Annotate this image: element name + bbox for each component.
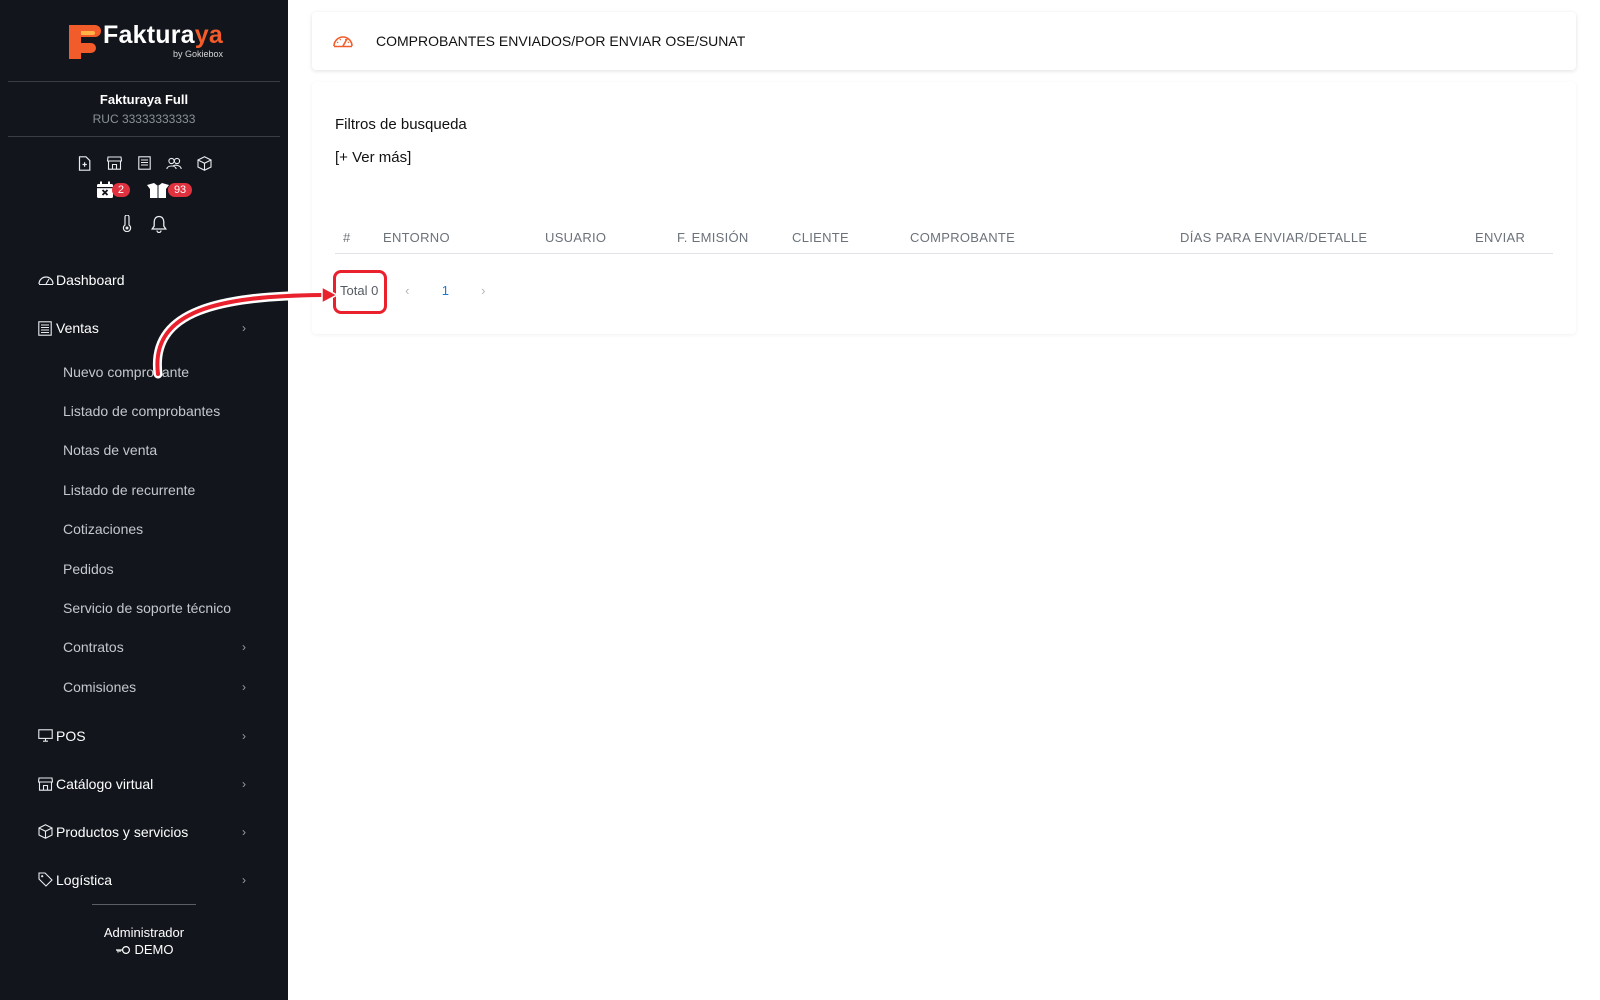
box-icon bbox=[38, 823, 56, 841]
key-icon bbox=[115, 945, 130, 954]
page-header: COMPROBANTES ENVIADOS/POR ENVIAR OSE/SUN… bbox=[312, 12, 1576, 70]
user-role-label: DEMO bbox=[134, 942, 174, 957]
calendar-count-badge: 2 bbox=[111, 183, 130, 197]
column-header-usuario: USUARIO bbox=[545, 230, 607, 245]
monitor-icon bbox=[38, 727, 56, 745]
receipt-list-icon[interactable] bbox=[136, 155, 152, 171]
sidebar-subitem-label: Comisiones bbox=[63, 678, 137, 695]
sidebar-item-dashboard[interactable]: Dashboard bbox=[0, 256, 288, 304]
logo-area: Fakturaya by Gokiebox bbox=[8, 0, 280, 82]
column-header-index: # bbox=[343, 230, 351, 245]
sidebar-item-label: Ventas bbox=[56, 320, 99, 336]
sidebar-subitem-contratos[interactable]: Contratos › bbox=[0, 628, 288, 667]
user-role[interactable]: DEMO bbox=[0, 942, 288, 957]
total-count: Total 0 bbox=[340, 282, 379, 298]
thermometer-icon[interactable] bbox=[121, 214, 133, 238]
sidebar-item-label: Logística bbox=[56, 871, 113, 888]
sidebar-item-label: Productos y servicios bbox=[56, 823, 189, 840]
chevron-right-icon: › bbox=[242, 728, 246, 743]
column-header-comprobante: COMPROBANTE bbox=[910, 230, 1016, 245]
users-icon[interactable] bbox=[166, 155, 182, 171]
logo-name-main: Faktura bbox=[103, 20, 195, 49]
sidebar-subitem-listado-recurrente[interactable]: Listado de recurrente bbox=[0, 470, 288, 509]
main-content: COMPROBANTES ENVIADOS/POR ENVIAR OSE/SUN… bbox=[288, 0, 1600, 1000]
sidebar-item-logistica[interactable]: Logística › bbox=[0, 856, 288, 904]
boxes-open-icon bbox=[146, 182, 169, 198]
column-header-entorno: ENTORNO bbox=[383, 230, 450, 245]
sidebar-item-catalogo-virtual[interactable]: Catálogo virtual › bbox=[0, 760, 288, 808]
box-icon[interactable] bbox=[196, 155, 212, 171]
quick-access-icons bbox=[0, 155, 288, 171]
sidebar-subitem-label: Pedidos bbox=[63, 560, 114, 577]
utility-icons bbox=[0, 214, 288, 238]
company-info: Fakturaya Full RUC 33333333333 bbox=[8, 82, 280, 137]
new-document-icon[interactable] bbox=[76, 155, 92, 171]
sidebar-subitem-label: Nuevo comprobante bbox=[63, 363, 190, 380]
chevron-right-icon: › bbox=[242, 824, 246, 839]
store-icon[interactable] bbox=[106, 155, 122, 171]
chevron-right-icon: › bbox=[242, 872, 246, 887]
show-more-filters-link[interactable]: [+ Ver más] bbox=[335, 149, 411, 166]
page-number-button[interactable]: 1 bbox=[433, 283, 457, 298]
sidebar-subitem-cotizaciones[interactable]: Cotizaciones bbox=[0, 510, 288, 549]
sidebar-item-pos[interactable]: POS › bbox=[0, 712, 288, 760]
sidebar-item-label: Dashboard bbox=[56, 272, 125, 288]
sidebar-subitem-label: Servicio de soporte técnico bbox=[63, 600, 232, 617]
logo-mark-icon bbox=[69, 24, 102, 59]
table-header: # ENTORNO USUARIO F. EMISIÓN CLIENTE COM… bbox=[335, 222, 1553, 254]
chevron-right-icon: › bbox=[242, 679, 246, 694]
sidebar-subitem-nuevo-comprobante[interactable]: Nuevo comprobante bbox=[0, 352, 288, 391]
column-header-dias-enviar: DÍAS PARA ENVIAR/DETALLE bbox=[1180, 230, 1368, 245]
sidebar-subitem-notas-venta[interactable]: Notas de venta bbox=[0, 431, 288, 470]
sidebar-item-label: POS bbox=[56, 727, 86, 744]
sidebar-subitem-label: Listado de comprobantes bbox=[63, 403, 221, 420]
sidebar-item-productos-servicios[interactable]: Productos y servicios › bbox=[0, 808, 288, 856]
user-footer: Administrador DEMO bbox=[0, 904, 288, 957]
sidebar-subitem-pedidos[interactable]: Pedidos bbox=[0, 549, 288, 588]
chevron-right-icon: › bbox=[242, 321, 246, 335]
fakturaya-logo[interactable]: Fakturaya by Gokiebox bbox=[65, 21, 223, 61]
speedometer-icon bbox=[38, 271, 56, 289]
chevron-right-icon: › bbox=[242, 776, 246, 791]
sidebar-menu: Dashboard Ventas › Nuevo comprobante Lis… bbox=[0, 256, 288, 904]
sidebar-subitem-label: Listado de recurrente bbox=[63, 481, 196, 498]
sidebar-subitem-comisiones[interactable]: Comisiones › bbox=[0, 667, 288, 706]
boxes-alert[interactable]: 93 bbox=[146, 181, 193, 199]
user-name: Administrador bbox=[103, 925, 185, 940]
speedometer-icon bbox=[333, 36, 353, 48]
column-header-enviar: ENVIAR bbox=[1475, 230, 1526, 245]
company-name: Fakturaya Full bbox=[99, 92, 189, 107]
logo-name-accent: ya bbox=[194, 20, 223, 49]
chevron-right-icon: › bbox=[242, 640, 246, 655]
pagination-total: Total 0 bbox=[333, 269, 387, 314]
logo-byline: by Gokiebox bbox=[172, 48, 223, 59]
notification-badges: 2 93 bbox=[0, 181, 288, 199]
filters-title: Filtros de busqueda bbox=[335, 116, 467, 133]
sidebar-subitem-label: Cotizaciones bbox=[63, 521, 144, 538]
store-icon bbox=[38, 775, 56, 793]
footer-divider bbox=[92, 904, 196, 905]
sidebar-subitem-soporte-tecnico[interactable]: Servicio de soporte técnico bbox=[0, 588, 288, 627]
sidebar-subitem-label: Notas de venta bbox=[63, 442, 158, 459]
company-ruc: RUC 33333333333 bbox=[92, 112, 196, 126]
sidebar-item-label: Catálogo virtual bbox=[56, 775, 154, 792]
sidebar-subitem-label: Contratos bbox=[63, 639, 124, 656]
results-card: Filtros de busqueda [+ Ver más] # ENTORN… bbox=[312, 82, 1576, 334]
sidebar-subitem-listado-comprobantes[interactable]: Listado de comprobantes bbox=[0, 391, 288, 430]
pagination: Total 0 ‹ 1 › bbox=[333, 269, 495, 314]
sidebar-item-ventas[interactable]: Ventas › bbox=[0, 304, 288, 352]
bell-icon[interactable] bbox=[150, 215, 168, 238]
receipt-icon bbox=[38, 319, 56, 337]
sidebar: Fakturaya by Gokiebox Fakturaya Full RUC… bbox=[0, 0, 288, 1000]
tag-icon bbox=[38, 871, 56, 889]
next-page-button[interactable]: › bbox=[471, 283, 495, 298]
column-header-cliente: CLIENTE bbox=[792, 230, 850, 245]
page-title: COMPROBANTES ENVIADOS/POR ENVIAR OSE/SUN… bbox=[376, 33, 746, 49]
boxes-count-badge: 93 bbox=[167, 183, 193, 197]
calendar-alert[interactable]: 2 bbox=[96, 181, 130, 199]
column-header-emision: F. EMISIÓN bbox=[677, 230, 749, 245]
previous-page-button[interactable]: ‹ bbox=[395, 283, 419, 298]
